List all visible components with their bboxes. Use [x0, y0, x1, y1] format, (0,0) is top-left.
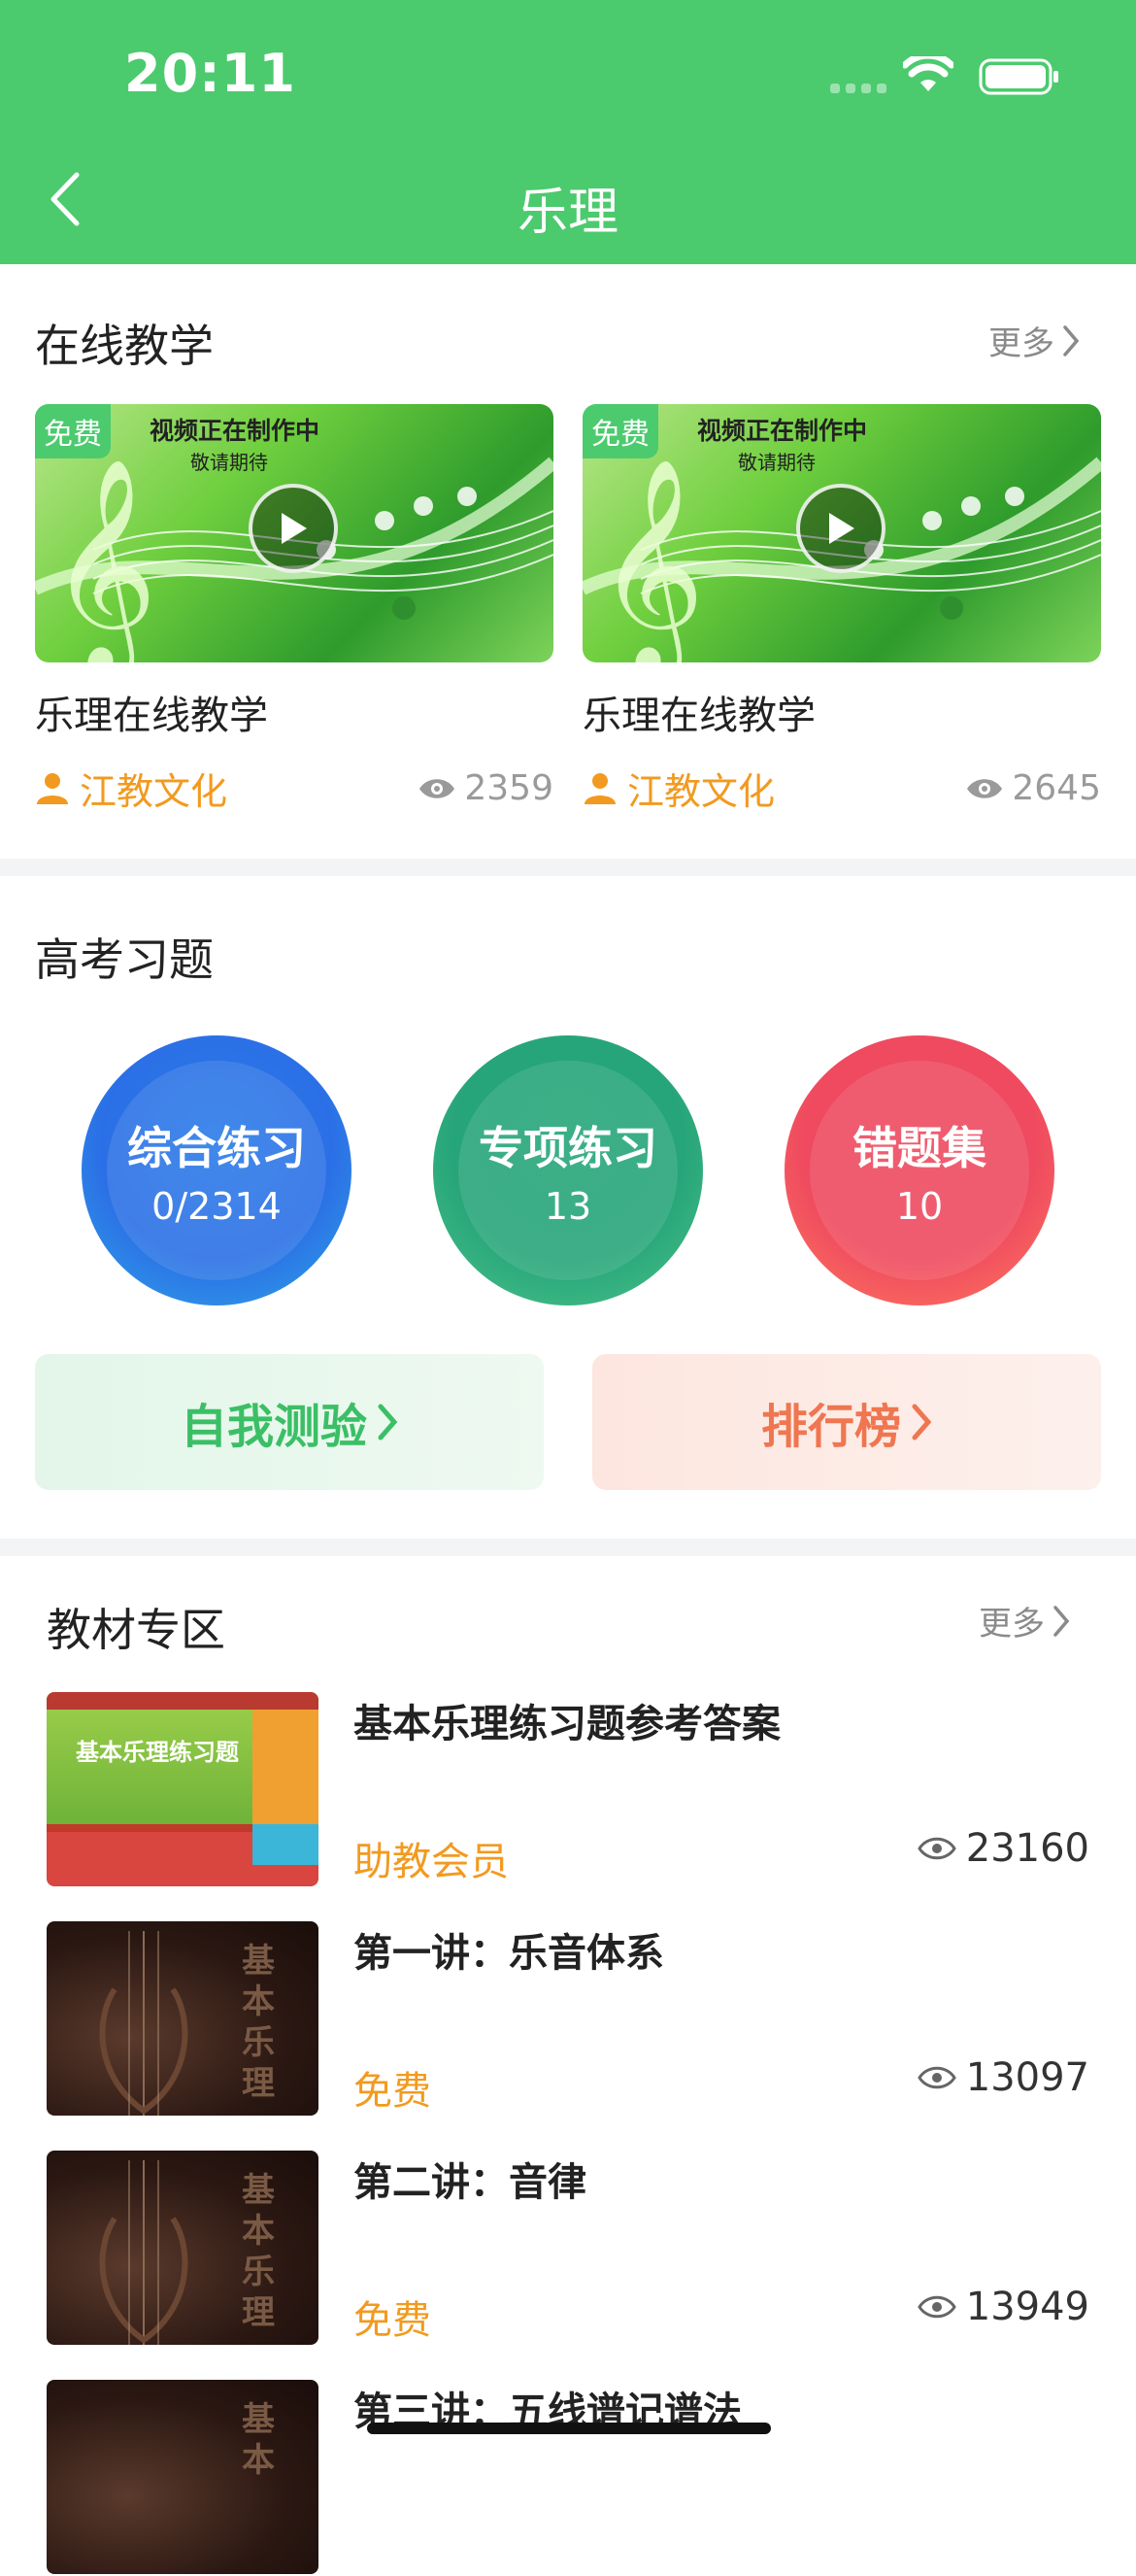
more-label: 更多 [988, 324, 1054, 363]
book-title: 第二讲：音律 [353, 2160, 586, 2205]
page-title: 乐理 [517, 184, 618, 242]
view-count: 2645 [965, 768, 1101, 808]
cover-title: 基本乐理 [242, 1942, 275, 2103]
section-title-exam: 高考习题 [35, 933, 214, 986]
book-cover: 基本乐理 [47, 1921, 318, 2116]
cover-title: 基本乐理练习题 [76, 1739, 239, 1766]
circle-value: 0/2314 [151, 1185, 282, 1228]
textbook-list-item[interactable]: 基本乐理练习题 基本乐理练习题参考答案 助教会员 23160 [47, 1688, 1089, 1888]
video-title[interactable]: 乐理在线教学 [35, 684, 553, 740]
circle-label: 综合练习 [127, 1122, 306, 1174]
view-count: 23160 [917, 1826, 1089, 1871]
chevron-right-icon [912, 1404, 932, 1441]
free-badge: 免费 [583, 404, 658, 458]
play-icon [829, 513, 854, 544]
circle-value: 13 [544, 1185, 592, 1228]
author-name: 江教文化 [627, 770, 776, 813]
video-author: 江教文化 [583, 762, 775, 815]
ranking-button[interactable]: 排行榜 [592, 1354, 1101, 1490]
section-title-online-teaching: 在线教学 [35, 320, 214, 372]
book-tag: 助教会员 [353, 1840, 509, 1884]
violin-image [99, 1931, 188, 2116]
circle-value: 10 [895, 1185, 944, 1228]
view-count: 13949 [917, 2285, 1089, 2329]
eye-icon [917, 1837, 956, 1860]
book-cover: 基本乐理 [47, 2151, 318, 2345]
section-title-textbooks: 教材专区 [47, 1604, 225, 1656]
play-button[interactable] [249, 484, 338, 573]
cover-title: 基本乐理 [242, 2171, 275, 2332]
view-count-value: 2359 [464, 768, 553, 808]
svg-text:𝄞: 𝄞 [596, 457, 705, 662]
user-icon [37, 772, 68, 804]
eye-icon [967, 778, 1003, 798]
home-indicator[interactable] [367, 2423, 771, 2434]
free-badge: 免费 [35, 404, 111, 458]
video-card[interactable]: 𝄞 免费 视频正在制作中 敬请期待 乐理在线教学 江教文化 2359 [35, 404, 553, 815]
view-count: 13097 [917, 2055, 1089, 2100]
view-count-value: 2645 [1012, 768, 1101, 808]
chevron-right-icon [1063, 324, 1080, 356]
self-test-button[interactable]: 自我测验 [35, 1354, 544, 1490]
view-count-value: 13949 [965, 2285, 1089, 2329]
cover-title: 基本 [242, 2400, 275, 2480]
self-test-label: 自我测验 [180, 1400, 367, 1454]
thumb-caption: 视频正在制作中 [697, 417, 868, 445]
textbook-list-item[interactable]: 基本 第三讲：五线谱记谱法 [47, 2376, 1089, 2576]
thumb-subcaption: 敬请期待 [738, 451, 816, 474]
svg-text:𝄞: 𝄞 [49, 457, 157, 662]
circle-label: 错题集 [852, 1122, 986, 1174]
circle-label: 专项练习 [479, 1122, 657, 1174]
more-link-textbooks[interactable]: 更多 [979, 1597, 1070, 1644]
eye-icon [917, 2066, 956, 2089]
book-cover: 基本 [47, 2380, 318, 2574]
section-divider [0, 859, 1136, 876]
textbook-list-item[interactable]: 基本乐理 第一讲：乐音体系 免费 13097 [47, 1917, 1089, 2118]
violin-image [99, 2160, 188, 2345]
book-tag: 免费 [353, 2069, 431, 2114]
ranking-label: 排行榜 [760, 1400, 901, 1454]
thumb-subcaption: 敬请期待 [190, 451, 268, 474]
nav-header: 20:11 乐理 [0, 0, 1136, 264]
chevron-right-icon [378, 1404, 398, 1441]
wifi-icon [903, 56, 953, 91]
video-title[interactable]: 乐理在线教学 [583, 684, 1101, 740]
eye-icon [917, 2295, 956, 2319]
special-practice-button[interactable]: 专项练习 13 [433, 1035, 703, 1305]
view-count: 2359 [418, 768, 553, 808]
video-author: 江教文化 [35, 762, 227, 815]
book-title: 基本乐理练习题参考答案 [353, 1702, 781, 1746]
section-divider [0, 1539, 1136, 1556]
user-icon [585, 772, 616, 804]
video-card[interactable]: 𝄞 免费 视频正在制作中 敬请期待 乐理在线教学 江教文化 2645 [583, 404, 1101, 815]
comprehensive-practice-button[interactable]: 综合练习 0/2314 [82, 1035, 351, 1305]
battery-icon [979, 58, 1058, 95]
status-time: 20:11 [124, 43, 296, 104]
video-thumbnail[interactable]: 𝄞 免费 视频正在制作中 敬请期待 [583, 404, 1101, 662]
book-tag: 免费 [353, 2298, 431, 2343]
author-name: 江教文化 [80, 770, 228, 813]
thumb-caption: 视频正在制作中 [150, 417, 320, 445]
eye-icon [419, 778, 455, 798]
play-button[interactable] [796, 484, 885, 573]
view-count-value: 23160 [965, 1826, 1089, 1871]
more-link-online-teaching[interactable]: 更多 [988, 317, 1080, 364]
wrong-questions-button[interactable]: 错题集 10 [785, 1035, 1054, 1305]
video-thumbnail[interactable]: 𝄞 免费 视频正在制作中 敬请期待 [35, 404, 553, 662]
book-title: 第一讲：乐音体系 [353, 1931, 664, 1976]
view-count-value: 13097 [965, 2055, 1089, 2100]
book-cover: 基本乐理练习题 [47, 1692, 318, 1886]
more-label: 更多 [979, 1605, 1045, 1644]
cellular-signal-icon [830, 84, 886, 93]
play-icon [282, 513, 307, 544]
chevron-right-icon [1053, 1605, 1070, 1637]
textbook-list-item[interactable]: 基本乐理 第二讲：音律 免费 13949 [47, 2147, 1089, 2347]
